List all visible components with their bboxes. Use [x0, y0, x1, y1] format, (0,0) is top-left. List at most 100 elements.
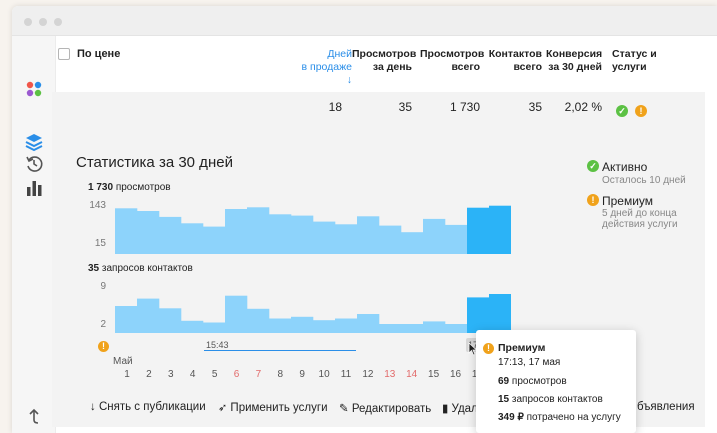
row-views-total: 1 730: [449, 100, 480, 114]
contacts-bar-2[interactable]: [137, 298, 160, 333]
contacts-bar-6[interactable]: [225, 295, 248, 333]
views-bar-11[interactable]: [335, 224, 358, 254]
views-caption: 1 730 просмотров: [88, 182, 171, 193]
col-views-total-header[interactable]: Просмотров всего: [420, 48, 485, 74]
contacts-bar-13[interactable]: [379, 324, 402, 333]
views-bar-chart: [115, 205, 511, 254]
views-bar-5[interactable]: [203, 226, 226, 254]
tooltip-title: Премиум: [498, 342, 546, 354]
contacts-bar-7[interactable]: [247, 308, 270, 333]
edit-label: Редактировать: [351, 403, 432, 415]
col-days-header[interactable]: Дней в продаже ↓: [294, 48, 352, 87]
views-bar-2[interactable]: [137, 211, 160, 254]
timeline-day-8: 8: [277, 369, 284, 380]
logo-icon[interactable]: [24, 80, 44, 100]
apply-services-button[interactable]: ➶ Применить услуги: [218, 401, 328, 414]
tooltip-contacts: 15 запросов контактов: [498, 394, 603, 405]
col-conv-sub: за 30 дней: [548, 61, 602, 73]
contacts-bar-18[interactable]: [489, 294, 511, 333]
views-bar-15[interactable]: [423, 218, 446, 254]
timeline-day-3: 3: [168, 369, 174, 380]
select-all-checkbox[interactable]: [58, 48, 70, 60]
timeline-day-6: 6: [233, 369, 240, 380]
contacts-bar-14[interactable]: [401, 324, 424, 333]
timeline-day-7: 7: [255, 369, 262, 380]
premium-status-icon: !: [587, 194, 599, 206]
tooltip-views-num: 69: [498, 376, 510, 387]
timeline-range-line: [204, 350, 356, 351]
sort-by-price[interactable]: По цене: [77, 48, 120, 60]
timeline-day-13: 13: [384, 369, 396, 380]
views-bar-10[interactable]: [313, 221, 336, 254]
timeline-day-5: 5: [211, 369, 218, 380]
contacts-bar-1[interactable]: [115, 306, 138, 333]
contacts-bar-chart: [115, 294, 511, 334]
layers-icon[interactable]: [24, 132, 44, 152]
contacts-bar-17[interactable]: [467, 297, 490, 333]
contacts-bar-3[interactable]: [159, 308, 182, 333]
views-bar-12[interactable]: [357, 216, 380, 254]
col-conv-header[interactable]: Конверсия за 30 дней: [546, 48, 602, 74]
minimize-dot[interactable]: [39, 18, 47, 26]
contacts-bar-12[interactable]: [357, 314, 380, 333]
views-axis-top: 143: [89, 200, 106, 211]
views-count: 1 730: [88, 182, 114, 193]
arrow-down-icon: ↓: [90, 401, 96, 413]
views-bar-16[interactable]: [445, 224, 468, 254]
timeline-day-1: 1: [124, 369, 130, 380]
ads-button[interactable]: бъявления: [637, 401, 695, 413]
premium-status-sub2: действия услуги: [602, 219, 678, 230]
col-views-total-title: Просмотров: [420, 48, 485, 60]
views-bar-8[interactable]: [269, 214, 292, 254]
contacts-bar-11[interactable]: [335, 318, 358, 334]
collapse-icon[interactable]: [24, 406, 44, 426]
tooltip-premium-icon: !: [483, 343, 494, 354]
history-icon[interactable]: [24, 154, 44, 174]
contacts-bar-4[interactable]: [181, 320, 204, 333]
views-bar-17[interactable]: [467, 207, 490, 254]
close-dot[interactable]: [24, 18, 32, 26]
maximize-dot[interactable]: [54, 18, 62, 26]
views-bar-4[interactable]: [181, 223, 204, 254]
pencil-icon: ✎: [339, 403, 349, 415]
views-label: просмотров: [115, 182, 171, 193]
row-views-day: 35: [398, 100, 412, 114]
contacts-bar-5[interactable]: [203, 322, 226, 334]
tooltip-spent-num: 349 ₽: [498, 412, 524, 423]
edit-button[interactable]: ✎ Редактировать: [339, 401, 431, 415]
title-bar: [12, 6, 717, 36]
active-status-sub: Осталось 10 дней: [602, 175, 686, 186]
contacts-axis-bottom: 2: [100, 319, 106, 330]
views-bar-18[interactable]: [489, 205, 511, 254]
stats-icon[interactable]: [24, 178, 44, 198]
contacts-bar-8[interactable]: [269, 318, 292, 334]
unpublish-button[interactable]: ↓ Снять с публикации: [90, 401, 206, 413]
views-bar-1[interactable]: [115, 208, 138, 254]
contacts-label: запросов контактов: [101, 263, 193, 274]
contacts-bar-15[interactable]: [423, 321, 446, 333]
views-bar-14[interactable]: [401, 232, 424, 254]
tooltip-views-text: просмотров: [511, 376, 567, 387]
contacts-bar-16[interactable]: [445, 324, 468, 333]
views-bar-3[interactable]: [159, 216, 182, 254]
timeline-day-14: 14: [406, 369, 418, 380]
timeline-day-9: 9: [299, 369, 305, 380]
col-contacts-header[interactable]: Контактов всего: [484, 48, 542, 74]
col-views-day-header[interactable]: Просмотров за день: [352, 48, 416, 74]
row-conversion: 2,02 %: [564, 100, 602, 114]
tooltip-spent-text: потрачено на услугу: [526, 412, 621, 423]
views-bar-13[interactable]: [379, 225, 402, 254]
col-contacts-sub: всего: [513, 61, 542, 73]
unpublish-label: Снять с публикации: [98, 401, 206, 413]
col-days-title: Дней: [327, 48, 352, 60]
views-bar-6[interactable]: [225, 209, 248, 254]
contacts-bar-9[interactable]: [291, 316, 314, 333]
contacts-bar-10[interactable]: [313, 320, 336, 333]
col-status-header: Статус и услуги: [612, 48, 657, 73]
row-contacts: 35: [528, 100, 542, 114]
views-bar-7[interactable]: [247, 207, 270, 254]
premium-tooltip: ! Премиум 17:13, 17 мая 69 просмотров 15…: [476, 330, 636, 433]
col-conv-title: Конверсия: [546, 48, 603, 60]
tooltip-contacts-num: 15: [498, 394, 510, 405]
views-bar-9[interactable]: [291, 215, 314, 254]
